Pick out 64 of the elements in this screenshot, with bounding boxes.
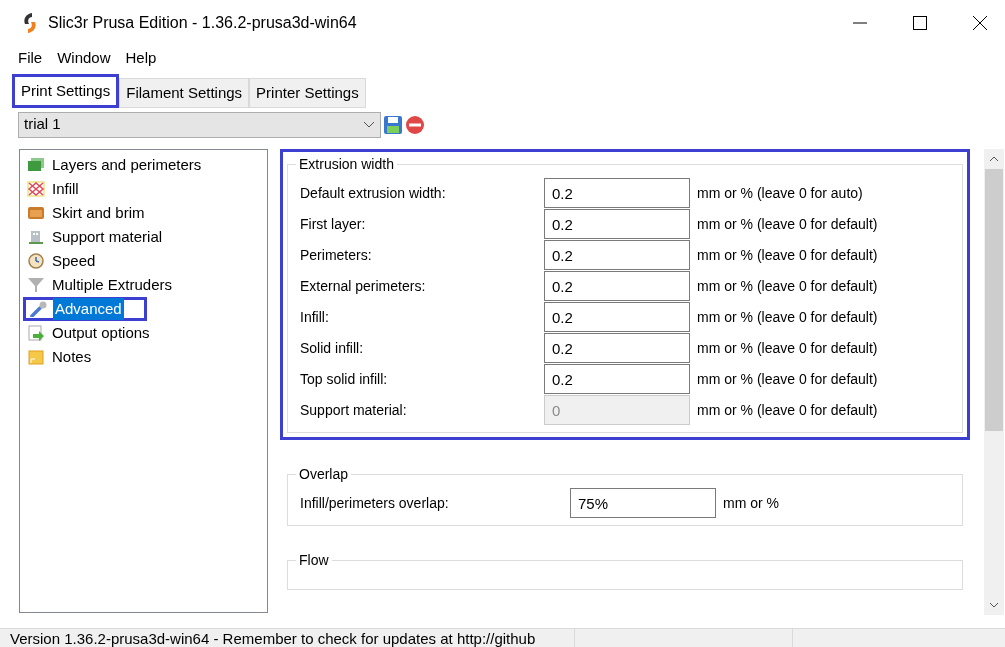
preset-dropdown[interactable]: trial 1 xyxy=(18,111,381,138)
scroll-down-icon[interactable] xyxy=(989,601,999,609)
input-field[interactable]: 0.2 xyxy=(544,302,690,332)
tab[interactable]: Printer Settings xyxy=(249,78,366,108)
window-title: Slic3r Prusa Edition - 1.36.2-prusa3d-win64 xyxy=(48,13,357,33)
input-field[interactable]: 0.2 xyxy=(544,271,690,301)
scroll-thumb[interactable] xyxy=(985,169,1003,431)
app-logo-icon xyxy=(22,12,38,34)
field-label: Top solid infill: xyxy=(300,369,389,389)
close-icon[interactable] xyxy=(973,16,987,30)
input-field[interactable]: 75% xyxy=(570,488,716,518)
tab[interactable]: Filament Settings xyxy=(119,78,250,108)
layers-icon xyxy=(27,157,45,173)
menu-item[interactable]: File xyxy=(18,46,43,70)
speed-icon xyxy=(27,253,45,269)
menu-item[interactable]: Help xyxy=(125,46,157,70)
group-title: Overlap xyxy=(296,465,352,483)
field-label: Infill: xyxy=(300,307,330,327)
input-field[interactable]: 0.2 xyxy=(544,333,690,363)
caret-icon xyxy=(363,120,375,129)
status-text: Version 1.36.2-prusa3d-win64 - Remember to check for updates at http://github xyxy=(0,628,575,647)
unit-label: mm or % (leave 0 for default) xyxy=(697,307,878,327)
tree-item[interactable]: Support material xyxy=(20,225,240,249)
scroll-up-icon[interactable] xyxy=(989,155,999,163)
field-label: Perimeters: xyxy=(300,245,373,265)
menu-item[interactable]: Window xyxy=(57,46,111,70)
tree-item[interactable]: Skirt and brim xyxy=(20,201,240,225)
scrollbar[interactable] xyxy=(984,149,1004,615)
field-label: Default extrusion width: xyxy=(300,183,447,203)
support-icon xyxy=(27,229,45,245)
delete-icon[interactable] xyxy=(405,114,425,135)
unit-label: mm or % xyxy=(723,493,779,513)
maximize-icon[interactable] xyxy=(913,16,927,30)
unit-label: mm or % (leave 0 for auto) xyxy=(697,183,863,203)
input-field[interactable]: 0.2 xyxy=(544,240,690,270)
unit-label: mm or % (leave 0 for default) xyxy=(697,369,878,389)
input-field[interactable]: 0.2 xyxy=(544,209,690,239)
unit-label: mm or % (leave 0 for default) xyxy=(697,214,878,234)
tab[interactable]: Print Settings xyxy=(12,74,120,108)
wrench-icon xyxy=(30,301,48,317)
tree-item[interactable]: Advanced xyxy=(23,297,147,321)
funnel-icon xyxy=(27,277,45,293)
tree-item[interactable]: Layers and perimeters xyxy=(20,153,240,177)
field-label: Solid infill: xyxy=(300,338,365,358)
unit-label: mm or % (leave 0 for default) xyxy=(697,276,878,296)
input-field[interactable]: 0.2 xyxy=(544,364,690,394)
infill-icon xyxy=(27,181,45,197)
notes-icon xyxy=(27,349,45,365)
tree-item[interactable]: Infill xyxy=(20,177,240,201)
tree-item[interactable]: Multiple Extruders xyxy=(20,273,240,297)
tree-item[interactable]: Notes xyxy=(20,345,240,369)
input-field[interactable]: 0.2 xyxy=(544,178,690,208)
save-icon[interactable] xyxy=(383,114,403,135)
field-label: External perimeters: xyxy=(300,276,427,296)
tree-item[interactable]: Output options xyxy=(20,321,240,345)
field-label: Support material: xyxy=(300,400,408,420)
field-label: Infill/perimeters overlap: xyxy=(300,493,450,513)
skirt-icon xyxy=(27,205,45,221)
field-label: First layer: xyxy=(300,214,367,234)
tree-item[interactable]: Speed xyxy=(20,249,240,273)
unit-label: mm or % (leave 0 for default) xyxy=(697,338,878,358)
unit-label: mm or % (leave 0 for default) xyxy=(697,245,878,265)
unit-label: mm or % (leave 0 for default) xyxy=(697,400,878,420)
output-icon xyxy=(27,325,45,341)
